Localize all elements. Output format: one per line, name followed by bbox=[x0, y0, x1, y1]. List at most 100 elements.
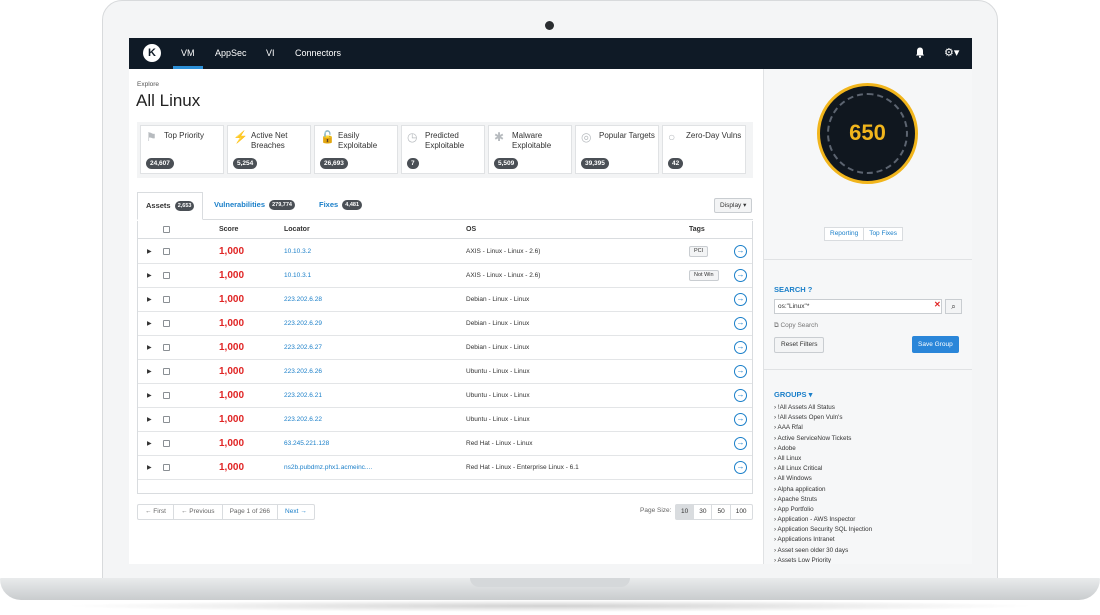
group-item[interactable]: › All Windows bbox=[774, 474, 969, 484]
row-locator-link[interactable]: 63.245.221.128 bbox=[284, 440, 329, 447]
row-locator-link[interactable]: 223.202.6.29 bbox=[284, 320, 322, 327]
group-item[interactable]: › Asset seen older 30 days bbox=[774, 546, 969, 556]
breadcrumb[interactable]: Explore bbox=[137, 81, 159, 88]
table-row[interactable]: ▶ 1,000 10.10.3.2 AXIS - Linux - Linux - 2.… bbox=[138, 240, 752, 264]
copy-search-link[interactable]: ⧉ Copy Search bbox=[774, 322, 818, 330]
group-item[interactable]: › Applications Intranet bbox=[774, 535, 969, 545]
group-item[interactable]: › Apache Struts bbox=[774, 495, 969, 505]
arrow-right-icon[interactable]: → bbox=[734, 245, 747, 258]
tab-fixes[interactable]: Fixes 4,481 bbox=[319, 192, 363, 220]
card-top-priority[interactable]: ⚑ Top Priority 24,607 bbox=[140, 125, 224, 174]
arrow-right-icon[interactable]: → bbox=[734, 269, 747, 282]
row-tag[interactable]: Not Win bbox=[689, 270, 719, 281]
table-row[interactable]: ▶ 1,000 223.202.6.22 Ubuntu - Linux - Linux… bbox=[138, 408, 752, 432]
column-score[interactable]: Score bbox=[219, 226, 238, 233]
expand-caret-icon[interactable]: ▶ bbox=[147, 440, 152, 447]
card-predicted-exploitable[interactable]: ◷ Predicted Exploitable 7 bbox=[401, 125, 485, 174]
row-locator-link[interactable]: 223.202.6.26 bbox=[284, 368, 322, 375]
row-checkbox[interactable] bbox=[163, 272, 170, 279]
card-zero-day-vulns[interactable]: ○ Zero-Day Vulns 42 bbox=[662, 125, 746, 174]
table-row[interactable]: ▶ 1,000 223.202.6.26 Ubuntu - Linux - Linux… bbox=[138, 360, 752, 384]
table-row[interactable]: ▶ 1,000 223.202.6.21 Ubuntu - Linux - Linux… bbox=[138, 384, 752, 408]
arrow-right-icon[interactable]: → bbox=[734, 341, 747, 354]
tab-assets[interactable]: Assets 2,653 bbox=[137, 192, 204, 220]
row-checkbox[interactable] bbox=[163, 440, 170, 447]
row-locator-link[interactable]: 223.202.6.28 bbox=[284, 296, 322, 303]
logo[interactable]: K bbox=[143, 44, 161, 62]
page-size-option[interactable]: 100 bbox=[731, 505, 752, 519]
expand-caret-icon[interactable]: ▶ bbox=[147, 464, 152, 471]
expand-caret-icon[interactable]: ▶ bbox=[147, 368, 152, 375]
column-tags[interactable]: Tags bbox=[689, 226, 705, 233]
group-item[interactable]: › AAA Rfal bbox=[774, 423, 969, 433]
row-locator-link[interactable]: 223.202.6.21 bbox=[284, 392, 322, 399]
group-item[interactable]: › Adobe bbox=[774, 444, 969, 454]
row-checkbox[interactable] bbox=[163, 320, 170, 327]
group-item[interactable]: › !All Assets All Status bbox=[774, 403, 969, 413]
expand-caret-icon[interactable]: ▶ bbox=[147, 320, 152, 327]
nav-tab-vm[interactable]: VM bbox=[173, 38, 203, 69]
group-item[interactable]: › All Linux Critical bbox=[774, 464, 969, 474]
groups-title[interactable]: GROUPS ▾ bbox=[774, 390, 812, 399]
group-item[interactable]: › Active ServiceNow Tickets bbox=[774, 434, 969, 444]
select-all-checkbox[interactable] bbox=[163, 226, 170, 233]
arrow-right-icon[interactable]: → bbox=[734, 365, 747, 378]
page-size-option[interactable]: 30 bbox=[694, 505, 713, 519]
table-row[interactable]: ▶ 1,000 ns2b.pubdmz.phx1.acmeinc.... Red Ha… bbox=[138, 456, 752, 480]
search-input[interactable]: os:"Linux"* bbox=[774, 299, 942, 314]
page-size-option[interactable]: 50 bbox=[712, 505, 731, 519]
card-popular-targets[interactable]: ◎ Popular Targets 39,395 bbox=[575, 125, 659, 174]
row-locator-link[interactable]: 223.202.6.27 bbox=[284, 344, 322, 351]
tab-top-fixes[interactable]: Top Fixes bbox=[864, 228, 902, 240]
row-locator-link[interactable]: 223.202.6.22 bbox=[284, 416, 322, 423]
arrow-right-icon[interactable]: → bbox=[734, 461, 747, 474]
row-checkbox[interactable] bbox=[163, 416, 170, 423]
expand-caret-icon[interactable]: ▶ bbox=[147, 344, 152, 351]
nav-tab-connectors[interactable]: Connectors bbox=[295, 38, 341, 69]
arrow-right-icon[interactable]: → bbox=[734, 437, 747, 450]
table-row[interactable]: ▶ 1,000 63.245.221.128 Red Hat - Linux - Li… bbox=[138, 432, 752, 456]
search-icon[interactable]: ⌕ bbox=[945, 299, 962, 314]
reset-filters-button[interactable]: Reset Filters bbox=[774, 337, 825, 353]
previous-page-button[interactable]: ← Previous bbox=[174, 505, 223, 519]
row-checkbox[interactable] bbox=[163, 392, 170, 399]
row-checkbox[interactable] bbox=[163, 368, 170, 375]
arrow-right-icon[interactable]: → bbox=[734, 293, 747, 306]
row-checkbox[interactable] bbox=[163, 464, 170, 471]
group-item[interactable]: › Alpha application bbox=[774, 485, 969, 495]
group-item[interactable]: › App Portfolio bbox=[774, 505, 969, 515]
arrow-right-icon[interactable]: → bbox=[734, 389, 747, 402]
arrow-right-icon[interactable]: → bbox=[734, 317, 747, 330]
expand-caret-icon[interactable]: ▶ bbox=[147, 272, 152, 279]
expand-caret-icon[interactable]: ▶ bbox=[147, 296, 152, 303]
row-checkbox[interactable] bbox=[163, 296, 170, 303]
clear-search-icon[interactable]: ✕ bbox=[934, 300, 941, 309]
tab-vulnerabilities[interactable]: Vulnerabilities 279,774 bbox=[214, 192, 295, 220]
expand-caret-icon[interactable]: ▶ bbox=[147, 248, 152, 255]
row-locator-link[interactable]: 10.10.3.1 bbox=[284, 272, 311, 279]
row-tag[interactable]: PCI bbox=[689, 246, 709, 257]
card-active-net-breaches[interactable]: ⚡ Active Net Breaches 5,254 bbox=[227, 125, 311, 174]
nav-tab-vi[interactable]: VI bbox=[266, 38, 275, 69]
table-row[interactable]: ▶ 1,000 223.202.6.28 Debian - Linux - Linux… bbox=[138, 288, 752, 312]
group-item[interactable]: › Application - AWS Inspector bbox=[774, 515, 969, 525]
row-checkbox[interactable] bbox=[163, 248, 170, 255]
column-os[interactable]: OS bbox=[466, 226, 476, 233]
save-group-button[interactable]: Save Group bbox=[912, 336, 959, 353]
next-page-button[interactable]: Next → bbox=[278, 505, 314, 519]
nav-tab-appsec[interactable]: AppSec bbox=[215, 38, 247, 69]
display-dropdown[interactable]: Display ▾ bbox=[714, 198, 753, 213]
table-row[interactable]: ▶ 1,000 223.202.6.27 Debian - Linux - Linux… bbox=[138, 336, 752, 360]
table-row[interactable]: ▶ 1,000 223.202.6.29 Debian - Linux - Linux… bbox=[138, 312, 752, 336]
card-easily-exploitable[interactable]: 🔓 Easily Exploitable 26,693 bbox=[314, 125, 398, 174]
card-malware-exploitable[interactable]: ✱ Malware Exploitable 5,509 bbox=[488, 125, 572, 174]
group-item[interactable]: › Application Security SQL Injection bbox=[774, 525, 969, 535]
expand-caret-icon[interactable]: ▶ bbox=[147, 392, 152, 399]
column-locator[interactable]: Locator bbox=[284, 226, 310, 233]
row-checkbox[interactable] bbox=[163, 344, 170, 351]
gear-icon[interactable]: ⚙▾ bbox=[944, 47, 959, 59]
group-item[interactable]: › !All Assets Open Vuln's bbox=[774, 413, 969, 423]
first-page-button[interactable]: ← First bbox=[138, 505, 174, 519]
row-locator-link[interactable]: ns2b.pubdmz.phx1.acmeinc.... bbox=[284, 464, 372, 471]
table-row[interactable]: ▶ 1,000 10.10.3.1 AXIS - Linux - Linux - 2.… bbox=[138, 264, 752, 288]
